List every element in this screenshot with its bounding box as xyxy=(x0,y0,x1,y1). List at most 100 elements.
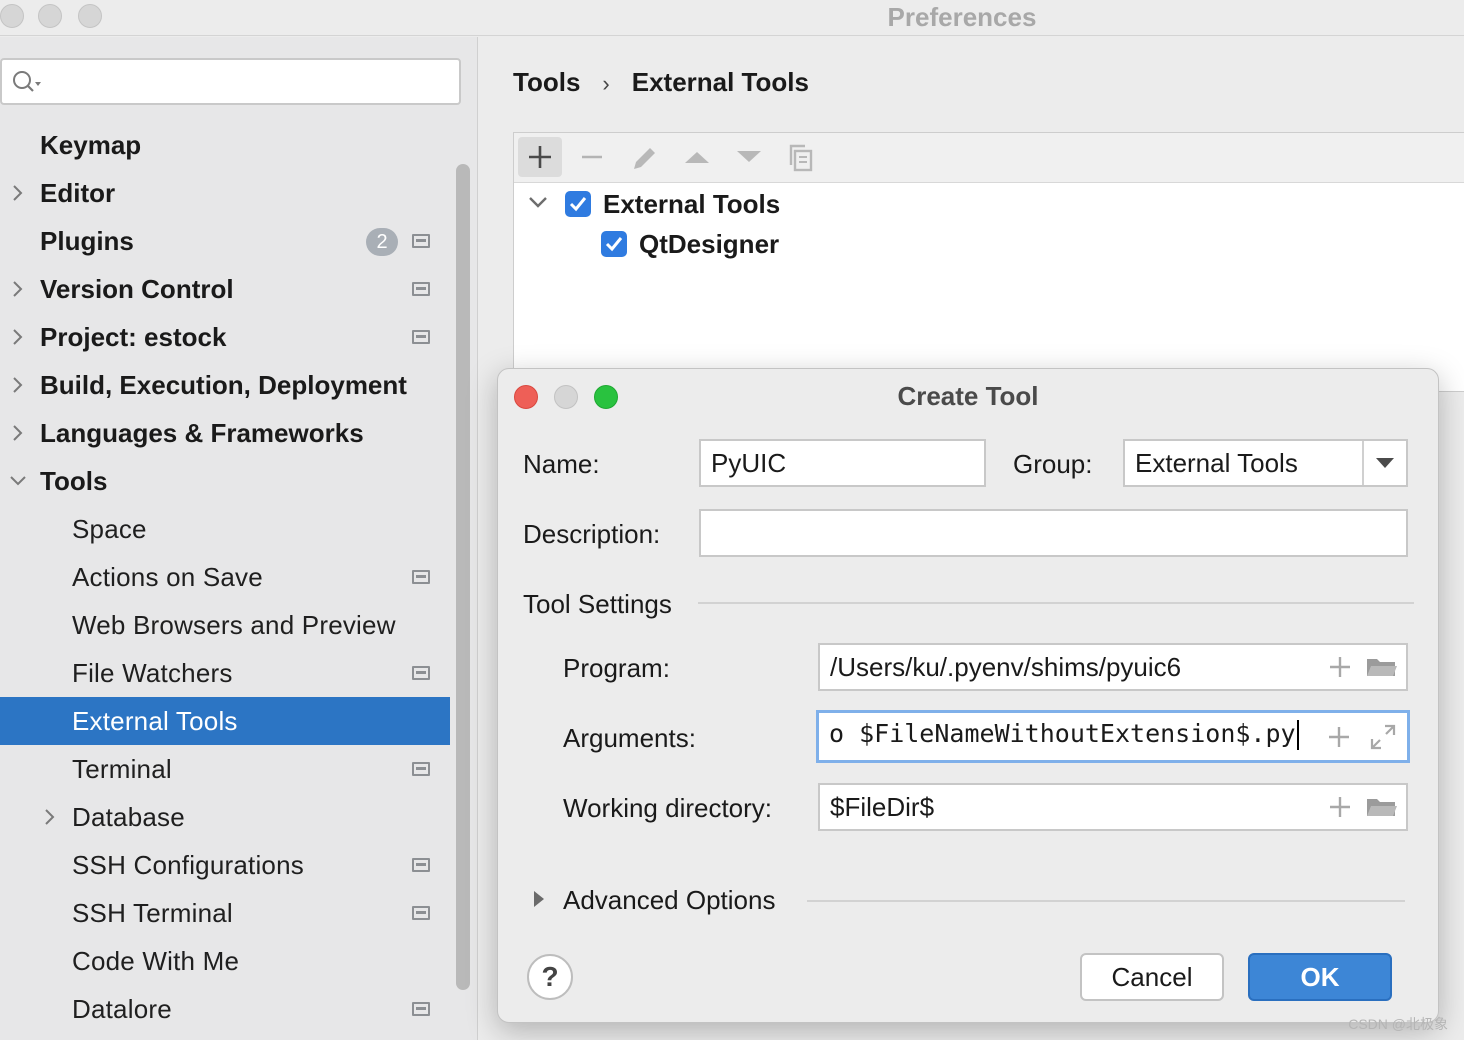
dropdown-arrow-icon[interactable] xyxy=(1362,441,1406,485)
settings-sidebar: Keymap Editor Plugins 2 Version Control Proje… xyxy=(0,37,478,1040)
working-directory-label: Working directory: xyxy=(563,793,773,823)
advanced-options-toggle[interactable]: Advanced Options xyxy=(563,885,775,916)
project-scope-icon xyxy=(412,282,430,296)
project-scope-icon xyxy=(412,762,430,776)
breadcrumb-parent[interactable]: Tools xyxy=(513,67,580,98)
breadcrumb: Tools › External Tools xyxy=(513,67,809,98)
sidebar-item[interactable]: Project: estock xyxy=(0,313,450,361)
watermark: CSDN @北极象 xyxy=(1348,1016,1448,1032)
chevron-down-icon[interactable] xyxy=(9,472,27,490)
edit-tool-button[interactable] xyxy=(622,137,666,177)
copy-tool-button[interactable] xyxy=(778,137,822,177)
project-scope-icon xyxy=(412,330,430,344)
sidebar-item[interactable]: Languages & Frameworks xyxy=(0,409,450,457)
sidebar-item-label: Web Browsers and Preview xyxy=(72,610,396,640)
sidebar-item[interactable]: Keymap xyxy=(0,121,450,169)
folder-icon[interactable] xyxy=(1366,795,1398,819)
insert-macro-icon[interactable] xyxy=(1328,795,1352,819)
move-down-button[interactable] xyxy=(726,137,770,177)
folder-icon[interactable] xyxy=(1366,655,1398,679)
move-up-button[interactable] xyxy=(674,137,718,177)
search-text[interactable] xyxy=(48,64,448,98)
insert-macro-icon[interactable] xyxy=(1327,725,1351,749)
sidebar-item[interactable]: Datalore xyxy=(0,985,450,1033)
sidebar-item-label: Database xyxy=(72,802,185,832)
cancel-button[interactable]: Cancel xyxy=(1080,953,1224,1001)
description-label: Description: xyxy=(523,519,661,549)
chevron-right-icon[interactable] xyxy=(9,328,27,346)
sidebar-item[interactable]: Database xyxy=(0,793,450,841)
sidebar-item[interactable]: Space xyxy=(0,505,450,553)
arrow-down-icon xyxy=(737,151,761,162)
working-directory-field[interactable]: $FileDir$ xyxy=(818,783,1408,831)
sidebar-item-label: Datalore xyxy=(72,994,172,1024)
checkmark-icon xyxy=(605,237,623,252)
sidebar-item[interactable]: Plugins 2 xyxy=(0,217,450,265)
tool-settings-divider xyxy=(698,602,1414,604)
sidebar-item-label: Languages & Frameworks xyxy=(40,418,364,448)
breadcrumb-current: External Tools xyxy=(631,67,809,97)
project-scope-icon xyxy=(412,906,430,920)
sidebar-item[interactable]: Web Browsers and Preview xyxy=(0,601,450,649)
sidebar-item[interactable]: Terminal xyxy=(0,745,450,793)
working-directory-value: $FileDir$ xyxy=(830,792,935,822)
tool-item-label[interactable]: QtDesigner xyxy=(639,226,779,262)
plus-icon xyxy=(529,146,551,168)
advanced-options-divider xyxy=(807,900,1405,902)
chevron-right-icon[interactable] xyxy=(532,889,546,909)
sidebar-item[interactable]: Code With Me xyxy=(0,937,450,985)
chevron-right-icon[interactable] xyxy=(9,424,27,442)
ok-button[interactable]: OK xyxy=(1248,953,1392,1001)
settings-search-input[interactable] xyxy=(0,58,461,105)
minus-icon xyxy=(582,155,602,159)
sidebar-item-label: Keymap xyxy=(40,130,142,160)
sidebar-item-label: Code With Me xyxy=(72,946,240,976)
chevron-down-icon[interactable] xyxy=(528,195,548,211)
sidebar-item[interactable]: Tools xyxy=(0,457,450,505)
dialog-title: Create Tool xyxy=(897,381,1039,411)
insert-macro-icon[interactable] xyxy=(1328,655,1352,679)
sidebar-item-label: SSH Configurations xyxy=(72,850,304,880)
sidebar-item-label: Build, Execution, Deployment xyxy=(40,370,407,400)
external-tools-group-checkbox[interactable] xyxy=(565,191,591,217)
program-value: /Users/ku/.pyenv/shims/pyuic6 xyxy=(830,652,1182,682)
sidebar-scrollbar[interactable] xyxy=(456,164,470,990)
chevron-right-icon[interactable] xyxy=(41,808,59,826)
sidebar-item-label: Plugins xyxy=(40,226,134,256)
remove-tool-button[interactable] xyxy=(570,137,614,177)
chevron-right-icon[interactable] xyxy=(9,280,27,298)
sidebar-item[interactable]: Build, Execution, Deployment xyxy=(0,361,450,409)
name-field[interactable]: PyUIC xyxy=(699,439,986,487)
search-icon[interactable] xyxy=(10,67,44,97)
expand-icon[interactable] xyxy=(1369,723,1397,751)
copy-icon xyxy=(789,144,813,172)
qtdesigner-checkbox[interactable] xyxy=(601,231,627,257)
project-scope-icon xyxy=(412,570,430,584)
sidebar-item[interactable]: Editor xyxy=(0,169,450,217)
group-select-value: External Tools xyxy=(1135,448,1298,478)
program-field[interactable]: /Users/ku/.pyenv/shims/pyuic6 xyxy=(818,643,1408,691)
sidebar-item-label: Actions on Save xyxy=(72,562,263,592)
breadcrumb-separator: › xyxy=(602,71,610,96)
project-scope-icon xyxy=(412,234,430,248)
chevron-right-icon[interactable] xyxy=(9,376,27,394)
project-scope-icon xyxy=(412,858,430,872)
arguments-value: o $FileNameWithoutExtension$.py xyxy=(829,719,1296,748)
sidebar-item[interactable]: SSH Configurations xyxy=(0,841,450,889)
sidebar-item[interactable]: External Tools xyxy=(0,697,450,745)
sidebar-item-label: File Watchers xyxy=(72,658,233,688)
sidebar-item[interactable]: Actions on Save xyxy=(0,553,450,601)
sidebar-item[interactable]: SSH Terminal xyxy=(0,889,450,937)
add-tool-button[interactable] xyxy=(518,137,562,177)
chevron-right-icon[interactable] xyxy=(9,184,27,202)
sidebar-item-label: Terminal xyxy=(72,754,172,784)
arrow-up-icon xyxy=(685,152,709,163)
help-button[interactable]: ? xyxy=(527,954,573,1000)
group-select[interactable]: External Tools xyxy=(1123,439,1408,487)
arguments-field[interactable]: o $FileNameWithoutExtension$.py xyxy=(816,710,1410,763)
sidebar-item[interactable]: Version Control xyxy=(0,265,450,313)
tool-group-label[interactable]: External Tools xyxy=(603,186,780,222)
sidebar-item[interactable]: File Watchers xyxy=(0,649,450,697)
sidebar-item-label: Space xyxy=(72,514,147,544)
description-field[interactable] xyxy=(699,509,1408,557)
